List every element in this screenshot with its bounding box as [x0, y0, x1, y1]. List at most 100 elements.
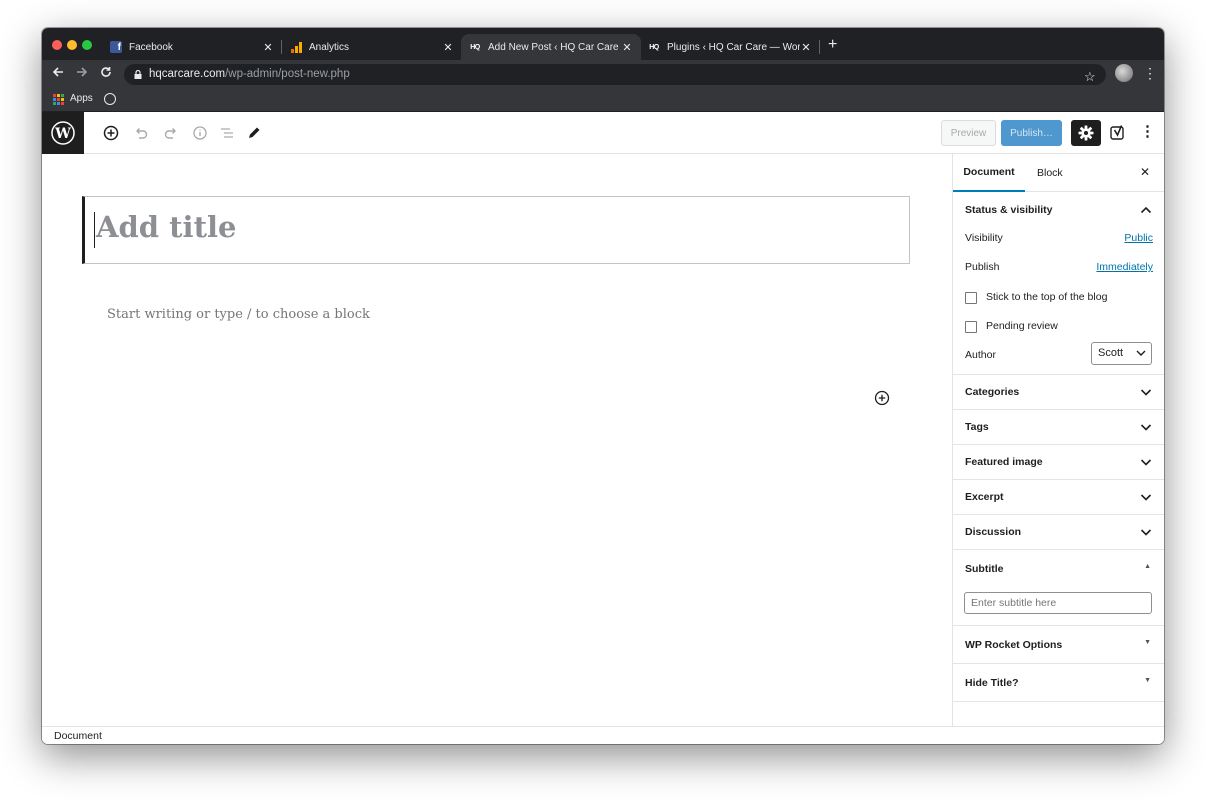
pending-review-checkbox[interactable] [965, 321, 977, 333]
apps-bookmark[interactable]: Apps [70, 93, 93, 104]
wordpress-logo-icon[interactable]: W [42, 112, 84, 154]
panel-wp-rocket-options[interactable]: WP Rocket Options ▼ [953, 626, 1164, 664]
chevron-down-icon [1140, 459, 1152, 466]
chrome-menu-icon[interactable]: ⋮ [1143, 66, 1157, 80]
editor-canvas: Add title Start writing or type / to cho… [42, 154, 952, 708]
tab-title: Analytics [309, 41, 350, 53]
bookmarks-bar: Apps [42, 88, 1164, 112]
new-tab-button[interactable]: + [828, 37, 837, 53]
browser-window: f Facebook ✕ Analytics ✕ HQ Add New Post… [42, 28, 1164, 744]
profile-avatar[interactable] [1115, 64, 1133, 82]
panel-excerpt[interactable]: Excerpt [953, 480, 1164, 515]
author-value: Scott [1098, 347, 1124, 359]
block-breadcrumb-bar: Document [42, 726, 1164, 744]
publish-button[interactable]: Publish… [1001, 120, 1062, 146]
panel-tags[interactable]: Tags [953, 410, 1164, 445]
close-window-button[interactable] [52, 40, 62, 50]
chevron-down-icon [1136, 350, 1146, 356]
hq-icon: HQ [470, 43, 480, 51]
info-icon[interactable] [191, 124, 209, 142]
triangle-down-icon: ▼ [1144, 639, 1151, 646]
triangle-down-icon: ▼ [1144, 677, 1151, 684]
post-title-field[interactable]: Add title [82, 196, 910, 264]
maximize-window-button[interactable] [82, 40, 92, 50]
globe-icon[interactable] [104, 93, 116, 105]
analytics-icon [290, 41, 302, 53]
status-visibility-panel: Status & visibility Visibility Public Pu… [953, 192, 1164, 375]
visibility-label: Visibility [965, 232, 1003, 244]
sidebar-tabs: Document Block ✕ [953, 154, 1164, 192]
author-select[interactable]: Scott [1091, 342, 1152, 365]
editor-header: W Preview Publish… ⋮ [42, 112, 1164, 154]
close-sidebar-icon[interactable]: ✕ [1140, 165, 1150, 179]
pending-review-label: Pending review [986, 320, 1058, 332]
panel-heading: Discussion [965, 526, 1022, 538]
inline-inserter-icon[interactable] [874, 390, 890, 411]
tab-title: Facebook [129, 41, 173, 53]
chevron-up-icon[interactable] [1140, 205, 1152, 215]
panel-featured-image[interactable]: Featured image [953, 445, 1164, 480]
undo-icon[interactable] [132, 124, 150, 142]
browser-tab-facebook[interactable]: f Facebook ✕ [102, 34, 282, 60]
panel-hide-title[interactable]: Hide Title? ▼ [953, 664, 1164, 702]
browser-tab-analytics[interactable]: Analytics ✕ [282, 34, 462, 60]
lock-icon [134, 70, 142, 79]
add-block-icon[interactable] [102, 124, 120, 142]
panel-heading: Categories [965, 386, 1020, 398]
panel-categories[interactable]: Categories [953, 375, 1164, 410]
forward-arrow-icon[interactable] [76, 66, 88, 82]
tab-block[interactable]: Block [1037, 154, 1063, 192]
more-options-icon[interactable]: ⋮ [1140, 124, 1155, 139]
back-arrow-icon[interactable] [52, 66, 64, 82]
browser-tab-plugins[interactable]: HQ Plugins ‹ HQ Car Care — Word ✕ [640, 34, 820, 60]
panel-heading: Hide Title? [965, 676, 1019, 689]
tab-title: Add New Post ‹ HQ Car Care — [488, 41, 621, 53]
chevron-down-icon [1140, 389, 1152, 396]
preview-button[interactable]: Preview [941, 120, 996, 146]
breadcrumb-document[interactable]: Document [54, 730, 102, 742]
tab-title: Plugins ‹ HQ Car Care — Word [667, 41, 800, 53]
browser-tab-add-new-post[interactable]: HQ Add New Post ‹ HQ Car Care — ✕ [461, 34, 641, 60]
close-tab-icon[interactable]: ✕ [800, 41, 812, 54]
panel-heading: Subtitle [965, 563, 1004, 575]
minimize-window-button[interactable] [67, 40, 77, 50]
publish-date-link[interactable]: Immediately [1096, 261, 1153, 273]
yoast-seo-icon[interactable] [1110, 125, 1126, 146]
triangle-up-icon: ▲ [1144, 563, 1151, 570]
url-text: hqcarcare.com/wp-admin/post-new.php [149, 68, 350, 80]
panel-heading: Featured image [965, 456, 1043, 468]
panel-heading: Tags [965, 421, 989, 433]
hq-icon: HQ [649, 43, 659, 51]
panel-discussion[interactable]: Discussion [953, 515, 1164, 550]
apps-grid-icon[interactable] [53, 94, 64, 105]
subtitle-input[interactable] [964, 592, 1152, 614]
chevron-down-icon [1140, 529, 1152, 536]
close-tab-icon[interactable]: ✕ [262, 41, 274, 54]
panel-subtitle[interactable]: Subtitle ▲ [953, 550, 1164, 588]
close-tab-icon[interactable]: ✕ [442, 41, 454, 54]
edit-pencil-icon[interactable] [245, 124, 263, 142]
settings-gear-icon[interactable] [1071, 120, 1101, 146]
tab-document[interactable]: Document [953, 154, 1025, 192]
visibility-link[interactable]: Public [1124, 232, 1153, 244]
block-navigation-icon[interactable] [218, 124, 236, 142]
panel-heading: Excerpt [965, 491, 1004, 503]
svg-text:W: W [54, 126, 71, 142]
block-appender[interactable]: Start writing or type / to choose a bloc… [107, 307, 370, 322]
facebook-icon: f [110, 41, 122, 53]
subtitle-panel-body [953, 588, 1164, 626]
reload-icon[interactable] [100, 66, 112, 82]
sticky-label: Stick to the top of the blog [986, 291, 1108, 303]
author-label: Author [965, 349, 996, 361]
chevron-down-icon [1140, 494, 1152, 501]
title-placeholder: Add title [96, 210, 237, 244]
browser-toolbar: hqcarcare.com/wp-admin/post-new.php ☆ ⋮ [42, 60, 1164, 88]
panel-heading: WP Rocket Options [965, 638, 1063, 651]
publish-label: Publish [965, 261, 1000, 273]
bookmark-star-icon[interactable]: ☆ [1084, 69, 1096, 85]
sticky-checkbox[interactable] [965, 292, 977, 304]
redo-icon[interactable] [162, 124, 180, 142]
close-tab-icon[interactable]: ✕ [621, 41, 633, 54]
address-bar[interactable]: hqcarcare.com/wp-admin/post-new.php ☆ [124, 64, 1106, 85]
panel-heading[interactable]: Status & visibility [965, 204, 1053, 216]
